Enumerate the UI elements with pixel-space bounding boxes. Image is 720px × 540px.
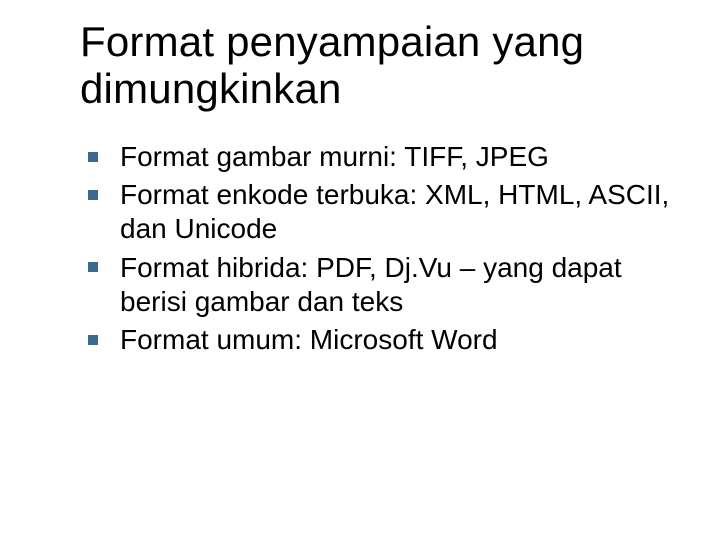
list-item-text: Format enkode terbuka: XML, HTML, ASCII,… [120, 179, 669, 244]
list-item: Format enkode terbuka: XML, HTML, ASCII,… [86, 178, 680, 246]
list-item: Format hibrida: PDF, Dj.Vu – yang dapat … [86, 251, 680, 319]
list-item: Format gambar murni: TIFF, JPEG [86, 140, 680, 174]
bullet-square-icon [88, 262, 98, 272]
list-item-text: Format gambar murni: TIFF, JPEG [120, 141, 549, 172]
slide-title: Format penyampaian yang dimungkinkan [80, 18, 680, 112]
bullet-list: Format gambar murni: TIFF, JPEG Format e… [86, 140, 680, 357]
list-item-text: Format umum: Microsoft Word [120, 324, 498, 355]
bullet-square-icon [88, 190, 98, 200]
slide: Format penyampaian yang dimungkinkan For… [0, 0, 720, 540]
list-item: Format umum: Microsoft Word [86, 323, 680, 357]
list-item-text: Format hibrida: PDF, Dj.Vu – yang dapat … [120, 252, 622, 317]
bullet-square-icon [88, 152, 98, 162]
bullet-square-icon [88, 335, 98, 345]
